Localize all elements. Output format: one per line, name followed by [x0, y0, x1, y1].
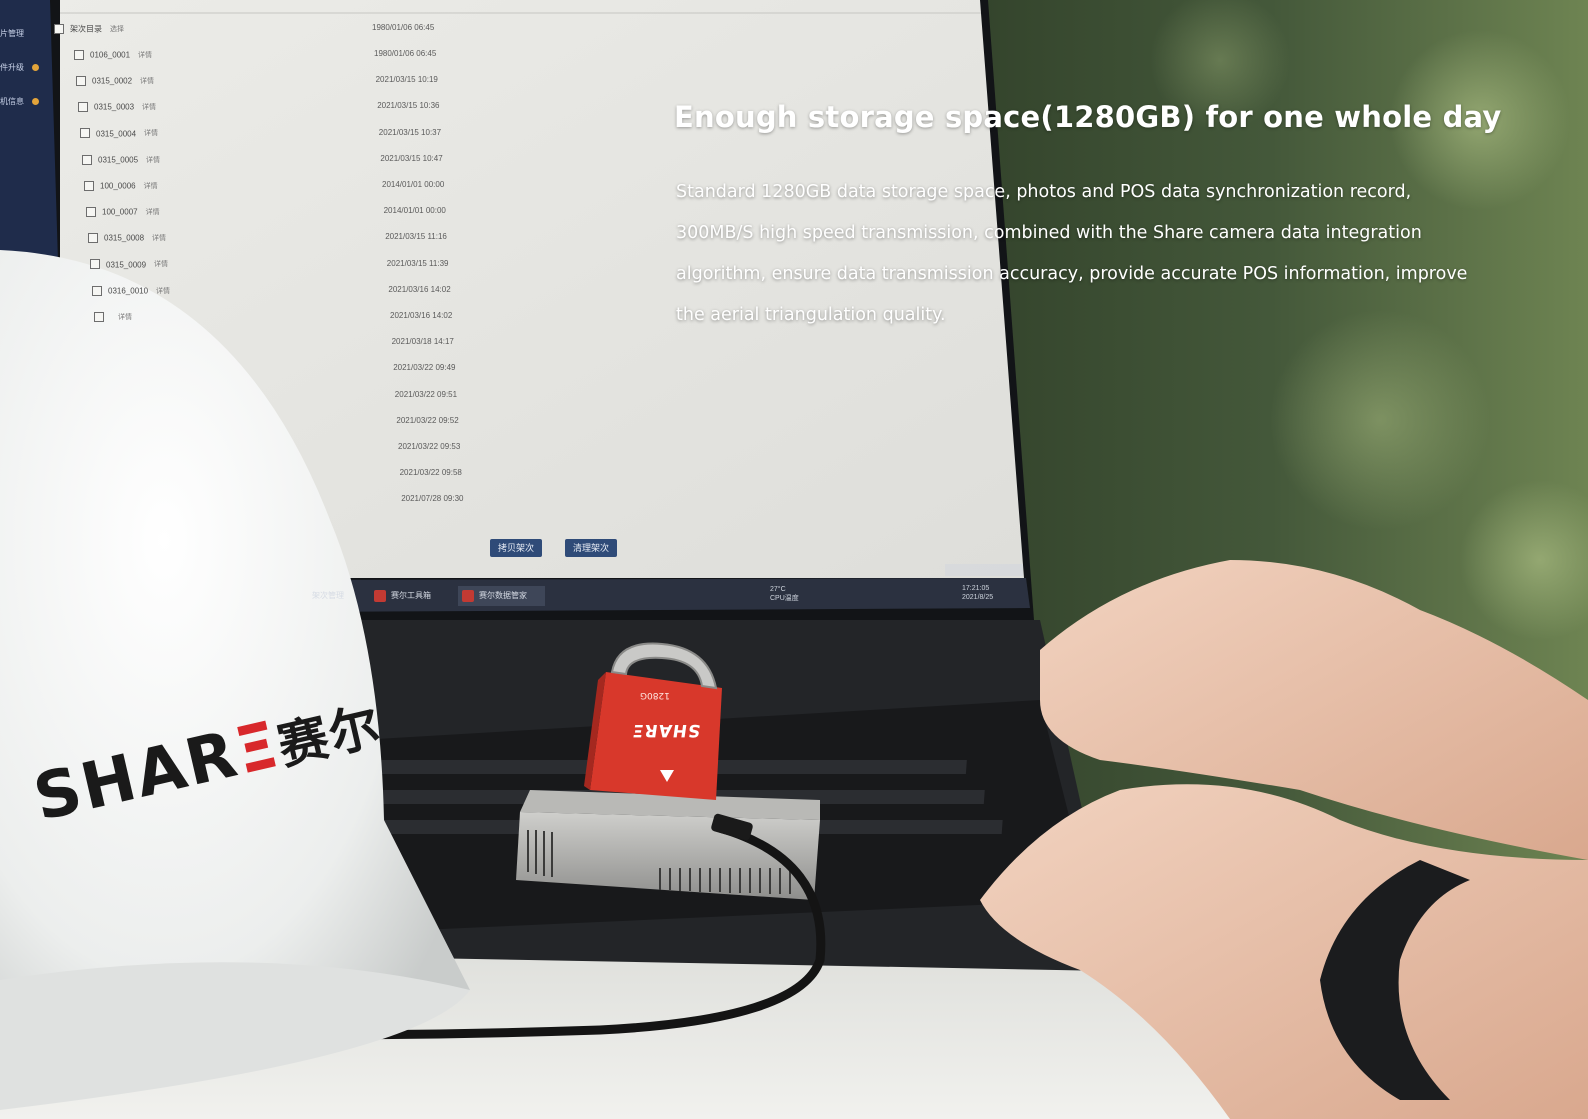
memory-card-capacity: 1280G — [640, 690, 670, 700]
flight-name: 0315_0002 — [92, 76, 133, 86]
table-row[interactable]: 0315_0002 详情 — [76, 72, 154, 90]
table-row[interactable]: 0315_0009 详情 — [90, 256, 168, 274]
root-folder-name: 架次目录 — [70, 24, 102, 34]
table-row[interactable]: 0315_0004 详情 — [80, 125, 158, 143]
clear-flight-button[interactable]: 清理架次 — [565, 539, 618, 557]
taskbar-item-share-data-manager[interactable]: 赛尔数据管家 — [458, 586, 545, 606]
table-row[interactable]: 详情 — [94, 308, 132, 326]
flight-name: 0106_0001 — [90, 50, 131, 60]
flight-tag[interactable]: 详情 — [156, 288, 170, 295]
flight-name: 0315_0004 — [96, 128, 137, 138]
flight-name: 0316_0010 — [108, 286, 149, 296]
taskbar-item-flight-management[interactable]: 架次管理 — [312, 586, 344, 606]
flight-tag[interactable]: 详情 — [140, 78, 154, 85]
table-row[interactable]: 100_0007 详情 — [86, 203, 160, 221]
table-row[interactable]: 0315_0008 详情 — [88, 229, 166, 247]
app-icon — [462, 589, 474, 602]
copy-flight-button[interactable]: 拷贝架次 — [490, 539, 543, 557]
table-row[interactable]: 0315_0005 详情 — [82, 151, 160, 169]
flight-tag[interactable]: 详情 — [138, 52, 152, 59]
taskbar-item-label: 赛尔数据管家 — [479, 591, 527, 600]
sidebar-item-label: 机信息 — [0, 97, 24, 106]
app-sidebar — [0, 0, 58, 262]
table-row[interactable]: 100_0006 详情 — [84, 177, 158, 195]
notification-badge — [32, 64, 40, 72]
table-row[interactable]: 0316_0010 详情 — [92, 282, 170, 300]
memory-card-logo: SHARΞ — [631, 720, 702, 740]
flight-tag[interactable]: 详情 — [144, 130, 158, 137]
photo-scene — [0, 0, 1588, 1119]
row-checkbox[interactable] — [84, 180, 94, 191]
file-list-root-row[interactable]: 架次目录 选择 — [54, 20, 124, 38]
headline: Enough storage space(1280GB) for one who… — [674, 100, 1502, 134]
flight-tag[interactable]: 详情 — [152, 235, 166, 242]
flight-tag[interactable]: 详情 — [142, 104, 156, 111]
sidebar-item-label: 片管理 — [0, 29, 24, 38]
row-checkbox[interactable] — [76, 75, 86, 86]
row-checkbox[interactable] — [78, 102, 88, 113]
flight-tag[interactable]: 详情 — [146, 157, 160, 164]
sidebar-item-firmware-upgrade[interactable]: 件升级 — [0, 62, 40, 73]
row-checkbox[interactable] — [80, 128, 90, 139]
bokeh-light — [1270, 310, 1490, 530]
sidebar-item-label: 件升级 — [0, 63, 24, 72]
flight-name: 0315_0008 — [104, 233, 145, 243]
row-checkbox[interactable] — [86, 206, 96, 217]
sidebar-item-photo-management[interactable]: 片管理 — [0, 28, 24, 39]
flight-tag[interactable]: 详情 — [118, 314, 132, 321]
root-folder-tag: 选择 — [110, 25, 124, 33]
table-row[interactable]: 0315_0003 详情 — [78, 98, 156, 116]
row-checkbox[interactable] — [92, 285, 102, 296]
flight-name: 0315_0009 — [106, 259, 147, 269]
flight-name: 100_0007 — [102, 207, 138, 217]
flight-tag[interactable]: 详情 — [146, 209, 160, 216]
flight-name: 0315_0005 — [98, 155, 139, 165]
sidebar-item-device-info[interactable]: 机信息 — [0, 96, 40, 107]
table-row[interactable]: 0106_0001 详情 — [74, 46, 152, 64]
app-icon — [374, 589, 386, 602]
body-copy: Standard 1280GB data storage space, phot… — [676, 182, 1468, 325]
row-checkbox[interactable] — [74, 49, 84, 60]
notification-badge — [32, 98, 40, 106]
flight-tag[interactable]: 详情 — [154, 261, 168, 268]
select-all-checkbox[interactable] — [54, 23, 64, 34]
flight-name: 0315_0003 — [94, 102, 135, 112]
taskbar-item-label: 赛尔工具箱 — [391, 591, 431, 600]
tray-icons — [945, 564, 1023, 576]
row-checkbox[interactable] — [88, 233, 98, 244]
flight-name: 100_0006 — [100, 181, 136, 191]
flight-tag[interactable]: 详情 — [144, 183, 158, 190]
taskbar-item-label: 架次管理 — [312, 591, 344, 600]
taskbar-item-share-toolbox[interactable]: 赛尔工具箱 — [374, 586, 431, 606]
card-logo-text: SHAR — [642, 720, 702, 740]
row-checkbox[interactable] — [94, 311, 104, 322]
row-checkbox[interactable] — [82, 154, 92, 165]
row-checkbox[interactable] — [90, 259, 100, 270]
